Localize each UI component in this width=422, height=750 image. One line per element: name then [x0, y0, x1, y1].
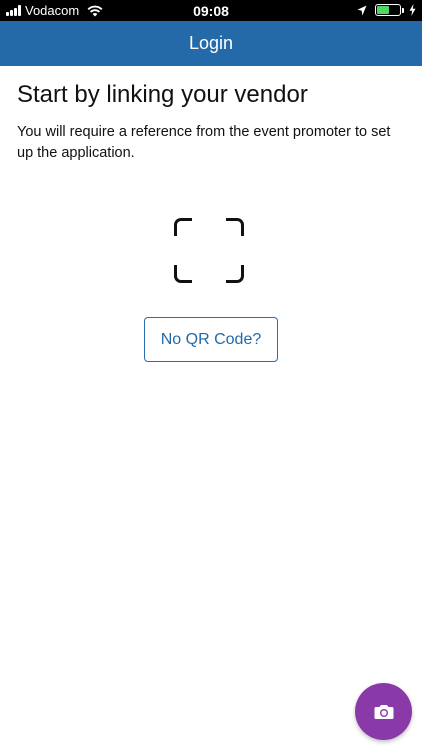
nav-bar: Login [0, 21, 422, 66]
battery-icon [375, 4, 404, 16]
no-qr-code-button[interactable]: No QR Code? [144, 317, 278, 362]
scan-corner-bottom-right [226, 265, 244, 283]
battery-fill [377, 6, 390, 14]
main-heading: Start by linking your vendor [17, 81, 308, 108]
camera-button[interactable] [355, 683, 412, 740]
location-icon [357, 5, 367, 15]
scan-corner-bottom-left [174, 265, 192, 283]
camera-icon [374, 704, 393, 719]
main-content: Start by linking your vendor You will re… [17, 66, 405, 164]
main-description: You will require a reference from the ev… [17, 124, 391, 161]
status-right [357, 4, 416, 16]
scan-corner-top-right [226, 218, 244, 236]
status-bar: Vodacom 09:08 [0, 0, 422, 21]
page-title: Login [188, 33, 234, 53]
charging-icon [409, 4, 416, 16]
scan-corner-top-left [174, 218, 192, 236]
qr-scan-frame-icon [174, 218, 244, 283]
